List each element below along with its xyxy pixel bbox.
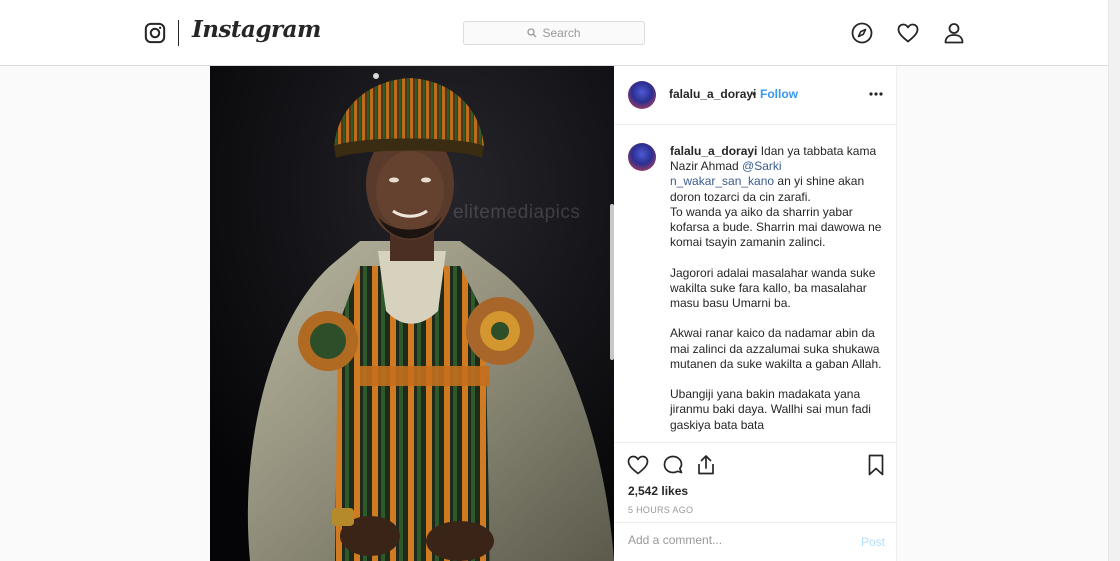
save-bookmark-icon[interactable] xyxy=(864,453,888,477)
caption-text: falalu_a_dorayi Idan ya tabbata kama Naz… xyxy=(670,144,885,433)
more-options-icon[interactable] xyxy=(868,86,884,102)
search-placeholder: Search xyxy=(542,26,581,40)
like-heart-icon[interactable] xyxy=(626,453,650,477)
instagram-logo-icon[interactable] xyxy=(144,22,166,44)
search-box[interactable]: Search xyxy=(463,21,645,45)
caption-username[interactable]: falalu_a_dorayi xyxy=(670,144,757,158)
likes-count[interactable]: 2,542 likes xyxy=(628,484,688,498)
follow-button[interactable]: Follow xyxy=(760,87,798,101)
caption-avatar[interactable] xyxy=(628,143,656,171)
post-header: falalu_a_dorayi • Follow xyxy=(614,66,896,125)
share-icon[interactable] xyxy=(694,453,718,477)
caption-area[interactable]: falalu_a_dorayi Idan ya tabbata kama Naz… xyxy=(614,125,897,442)
image-watermark: elitemediapics xyxy=(453,202,581,223)
comment-box: Post xyxy=(614,522,897,561)
comment-input[interactable] xyxy=(628,533,838,547)
comment-icon[interactable] xyxy=(661,453,685,477)
avatar[interactable] xyxy=(628,81,656,109)
caption-scrollbar[interactable] xyxy=(610,204,614,360)
post-actions: 2,542 likes 5 HOURS AGO xyxy=(614,442,897,522)
post-side-panel: falalu_a_dorayi • Follow falalu_a_dorayi… xyxy=(614,66,897,561)
post-image[interactable]: elitemediapics xyxy=(210,66,614,561)
heart-icon[interactable] xyxy=(896,21,920,45)
post-timestamp: 5 HOURS AGO xyxy=(628,505,694,515)
nav-divider xyxy=(178,20,179,46)
instagram-wordmark[interactable]: Instagram xyxy=(192,16,321,43)
caption-text-part2: an yi shine akan doron tozarci da cin za… xyxy=(670,174,882,432)
header-username[interactable]: falalu_a_dorayi xyxy=(669,87,756,101)
compass-icon[interactable] xyxy=(850,21,874,45)
top-nav: Instagram Search xyxy=(0,0,1108,66)
portrait-illustration xyxy=(210,66,614,561)
header-separator: • xyxy=(752,87,757,101)
user-icon[interactable] xyxy=(942,21,966,45)
search-icon xyxy=(527,28,537,38)
page-scrollbar[interactable] xyxy=(1108,0,1120,561)
post-comment-button[interactable]: Post xyxy=(861,535,885,549)
